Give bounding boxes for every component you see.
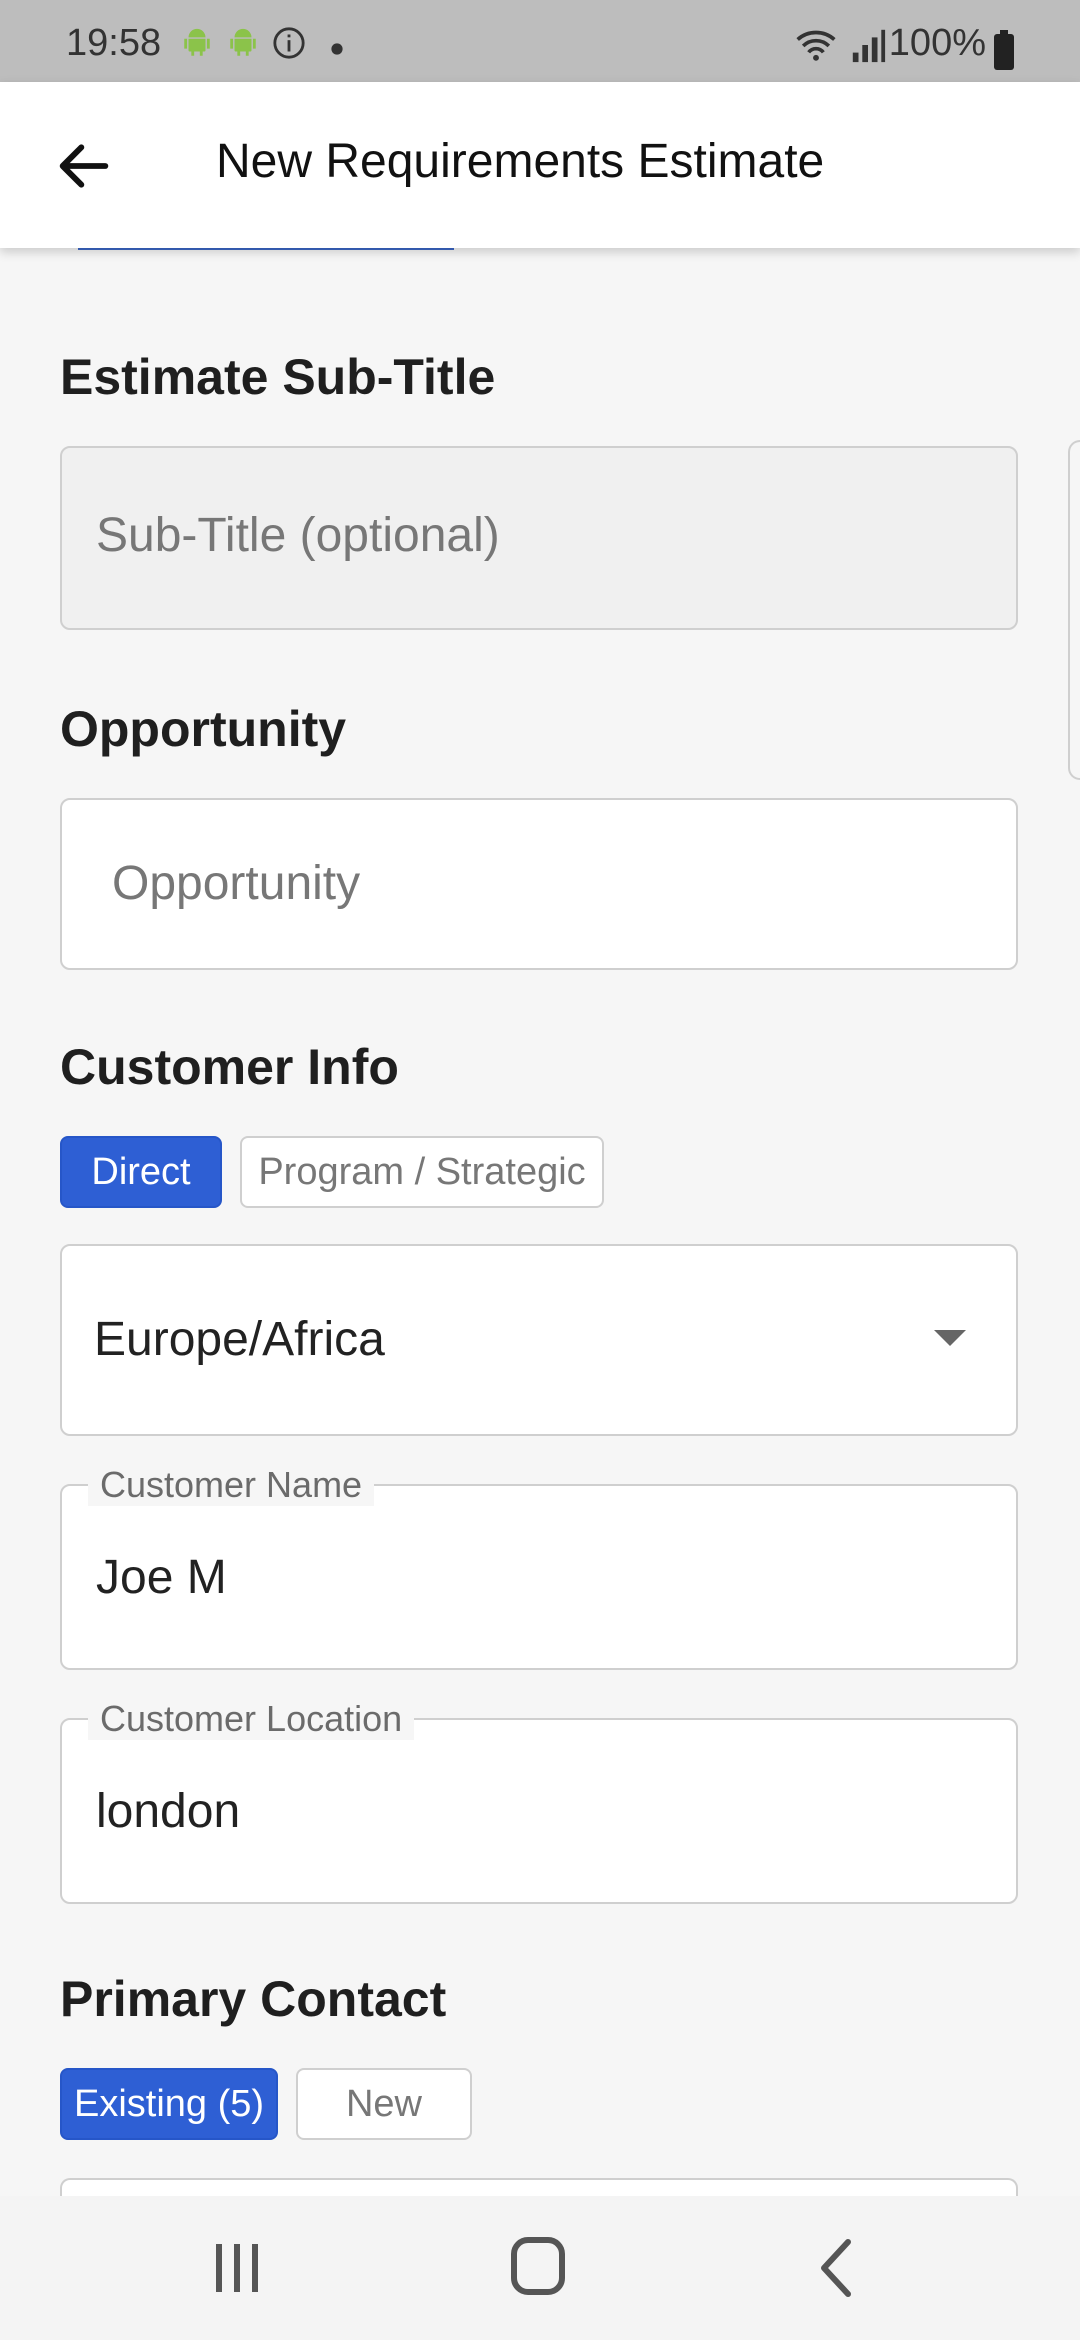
dot-icon (331, 43, 343, 55)
status-bar: 19:58 100% (0, 0, 1080, 82)
customer-location-label: Customer Location (88, 1698, 415, 1740)
back-icon[interactable] (800, 2236, 880, 2300)
android-icon (230, 28, 256, 56)
battery-icon (994, 30, 1014, 70)
chevron-down-icon (934, 1330, 966, 1346)
region-value: Europe/Africa (94, 1313, 385, 1366)
customer-location-value: london (96, 1785, 241, 1838)
subtitle-placeholder: Sub-Title (optional) (96, 509, 500, 562)
opportunity-input[interactable]: Opportunity (60, 798, 1018, 970)
page-title: New Requirements Estimate (216, 135, 825, 188)
opportunity-heading: Opportunity (60, 701, 347, 757)
recent-apps-icon[interactable] (196, 2236, 276, 2300)
segment-new[interactable]: New (296, 2068, 472, 2140)
android-icon (184, 28, 210, 56)
side-panel-handle[interactable] (1068, 440, 1080, 780)
customer-location-field[interactable]: Customer Location london (60, 1698, 1018, 1904)
customer-name-label: Customer Name (88, 1464, 375, 1506)
customer-name-value: Joe M (96, 1551, 227, 1604)
subtitle-heading: Estimate Sub-Title (60, 349, 496, 405)
home-icon[interactable] (498, 2236, 578, 2300)
app-bar: New Requirements Estimate (0, 82, 1080, 248)
navigation-bar (0, 2196, 1080, 2340)
battery-percent: 100% (888, 22, 986, 64)
region-select[interactable]: Europe/Africa (60, 1244, 1018, 1436)
status-time: 19:58 (66, 22, 162, 64)
wifi-icon (796, 30, 836, 61)
customer-name-field[interactable]: Customer Name Joe M (60, 1464, 1018, 1670)
segment-program-strategic[interactable]: Program / Strategic (240, 1136, 604, 1208)
segment-existing[interactable]: Existing (5) (60, 2068, 278, 2140)
info-icon (273, 27, 305, 59)
opportunity-placeholder: Opportunity (112, 857, 361, 910)
signal-icon (852, 29, 886, 63)
arrow-left-icon[interactable] (52, 134, 116, 198)
customer-info-heading: Customer Info (60, 1039, 399, 1095)
primary-contact-heading: Primary Contact (60, 1971, 447, 2027)
segment-direct[interactable]: Direct (60, 1136, 222, 1208)
subtitle-input[interactable]: Sub-Title (optional) (60, 446, 1018, 630)
